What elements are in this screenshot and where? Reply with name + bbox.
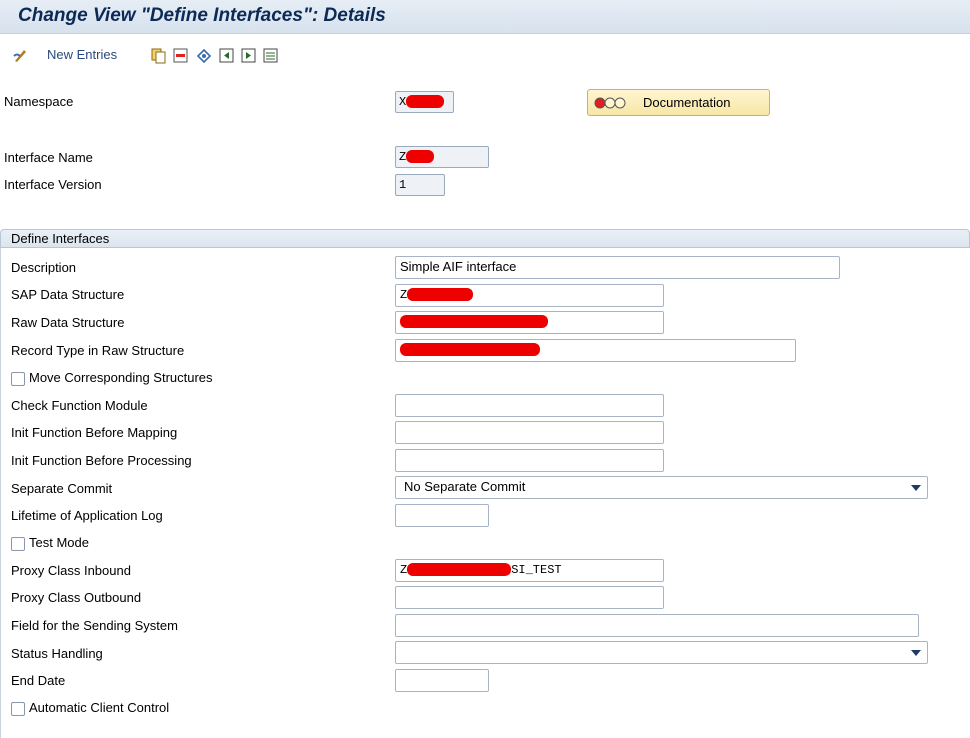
redaction-mark (406, 95, 445, 109)
interface-version-value: 1 (399, 178, 407, 192)
application-toolbar: New Entries (0, 35, 970, 79)
next-entry-button[interactable] (240, 47, 257, 64)
new-entries-button[interactable]: New Entries (47, 47, 117, 62)
proxy-inbound-suffix: SI_TEST (511, 563, 562, 577)
title-bar: Change View "Define Interfaces": Details (0, 0, 970, 34)
next-entry-icon (240, 47, 257, 64)
proxy-outbound-label: Proxy Class Outbound (11, 590, 142, 605)
interface-name-label: Interface Name (4, 150, 93, 165)
record-type-label: Record Type in Raw Structure (11, 343, 185, 358)
init-processing-input[interactable] (395, 449, 664, 472)
init-mapping-input[interactable] (395, 421, 664, 444)
page-title: Change View "Define Interfaces": Details (18, 5, 386, 26)
raw-structure-label: Raw Data Structure (11, 315, 125, 330)
proxy-outbound-input[interactable] (395, 586, 664, 609)
init-processing-label: Init Function Before Processing (11, 453, 192, 468)
record-type-input[interactable] (395, 339, 796, 362)
proxy-inbound-label: Proxy Class Inbound (11, 563, 131, 578)
redaction-mark (406, 150, 435, 164)
documentation-button[interactable]: Documentation (587, 89, 770, 116)
chevron-down-icon (911, 485, 921, 491)
group-title: Define Interfaces (11, 231, 110, 246)
namespace-value: X (399, 95, 407, 109)
check-function-module-label: Check Function Module (11, 398, 148, 413)
namespace-label: Namespace (4, 94, 74, 109)
sap-structure-input[interactable]: Z (395, 284, 664, 307)
edit-icon (12, 47, 29, 64)
documentation-label: Documentation (643, 95, 731, 110)
copy-icon (150, 47, 167, 64)
lifetime-log-input[interactable] (395, 504, 489, 527)
delete-button[interactable] (172, 47, 189, 64)
redaction-mark (400, 343, 540, 357)
status-handling-dropdown[interactable] (395, 641, 928, 664)
sap-structure-label: SAP Data Structure (11, 287, 125, 302)
delete-icon (172, 47, 189, 64)
move-corresponding-label: Move Corresponding Structures (29, 370, 213, 385)
lifetime-log-label: Lifetime of Application Log (11, 508, 163, 523)
previous-entry-icon (218, 47, 235, 64)
toggle-edit-button[interactable] (12, 47, 29, 64)
interface-name-value: Z (399, 150, 407, 164)
proxy-inbound-input[interactable]: Z SI_TEST (395, 559, 664, 582)
separate-commit-label: Separate Commit (11, 481, 113, 496)
description-value: Simple AIF interface (400, 259, 517, 274)
interface-version-field: 1 (395, 174, 445, 196)
check-function-module-input[interactable] (395, 394, 664, 417)
end-date-label: End Date (11, 673, 66, 688)
documentation-icon (593, 96, 629, 110)
variable-list-icon (262, 47, 279, 64)
init-mapping-label: Init Function Before Mapping (11, 425, 178, 440)
test-mode-checkbox[interactable] (11, 537, 25, 551)
undo-button[interactable] (195, 47, 212, 64)
interface-name-field: Z (395, 146, 489, 168)
move-corresponding-checkbox[interactable] (11, 372, 25, 386)
automatic-client-label: Automatic Client Control (29, 700, 170, 715)
previous-entry-button[interactable] (218, 47, 235, 64)
test-mode-label: Test Mode (29, 535, 89, 550)
undo-icon (195, 47, 212, 64)
variable-list-button[interactable] (262, 47, 279, 64)
description-label: Description (11, 260, 77, 275)
proxy-inbound-prefix: Z (400, 563, 408, 577)
define-interfaces-group-header: Define Interfaces (0, 229, 970, 248)
raw-structure-input[interactable] (395, 311, 664, 334)
new-entries-label: New Entries (47, 47, 118, 62)
separate-commit-value: No Separate Commit (404, 479, 526, 494)
interface-version-label: Interface Version (4, 177, 102, 192)
chevron-down-icon (911, 650, 921, 656)
namespace-field: X (395, 91, 454, 113)
description-input[interactable]: Simple AIF interface (395, 256, 840, 279)
sap-structure-value: Z (400, 288, 408, 302)
automatic-client-checkbox[interactable] (11, 702, 25, 716)
end-date-input[interactable] (395, 669, 489, 692)
copy-button[interactable] (150, 47, 167, 64)
redaction-mark (407, 563, 512, 577)
status-handling-label: Status Handling (11, 646, 103, 661)
sending-system-input[interactable] (395, 614, 919, 637)
sending-system-label: Field for the Sending System (11, 618, 178, 633)
redaction-mark (400, 315, 548, 329)
separate-commit-dropdown[interactable]: No Separate Commit (395, 476, 928, 499)
redaction-mark (407, 288, 474, 302)
